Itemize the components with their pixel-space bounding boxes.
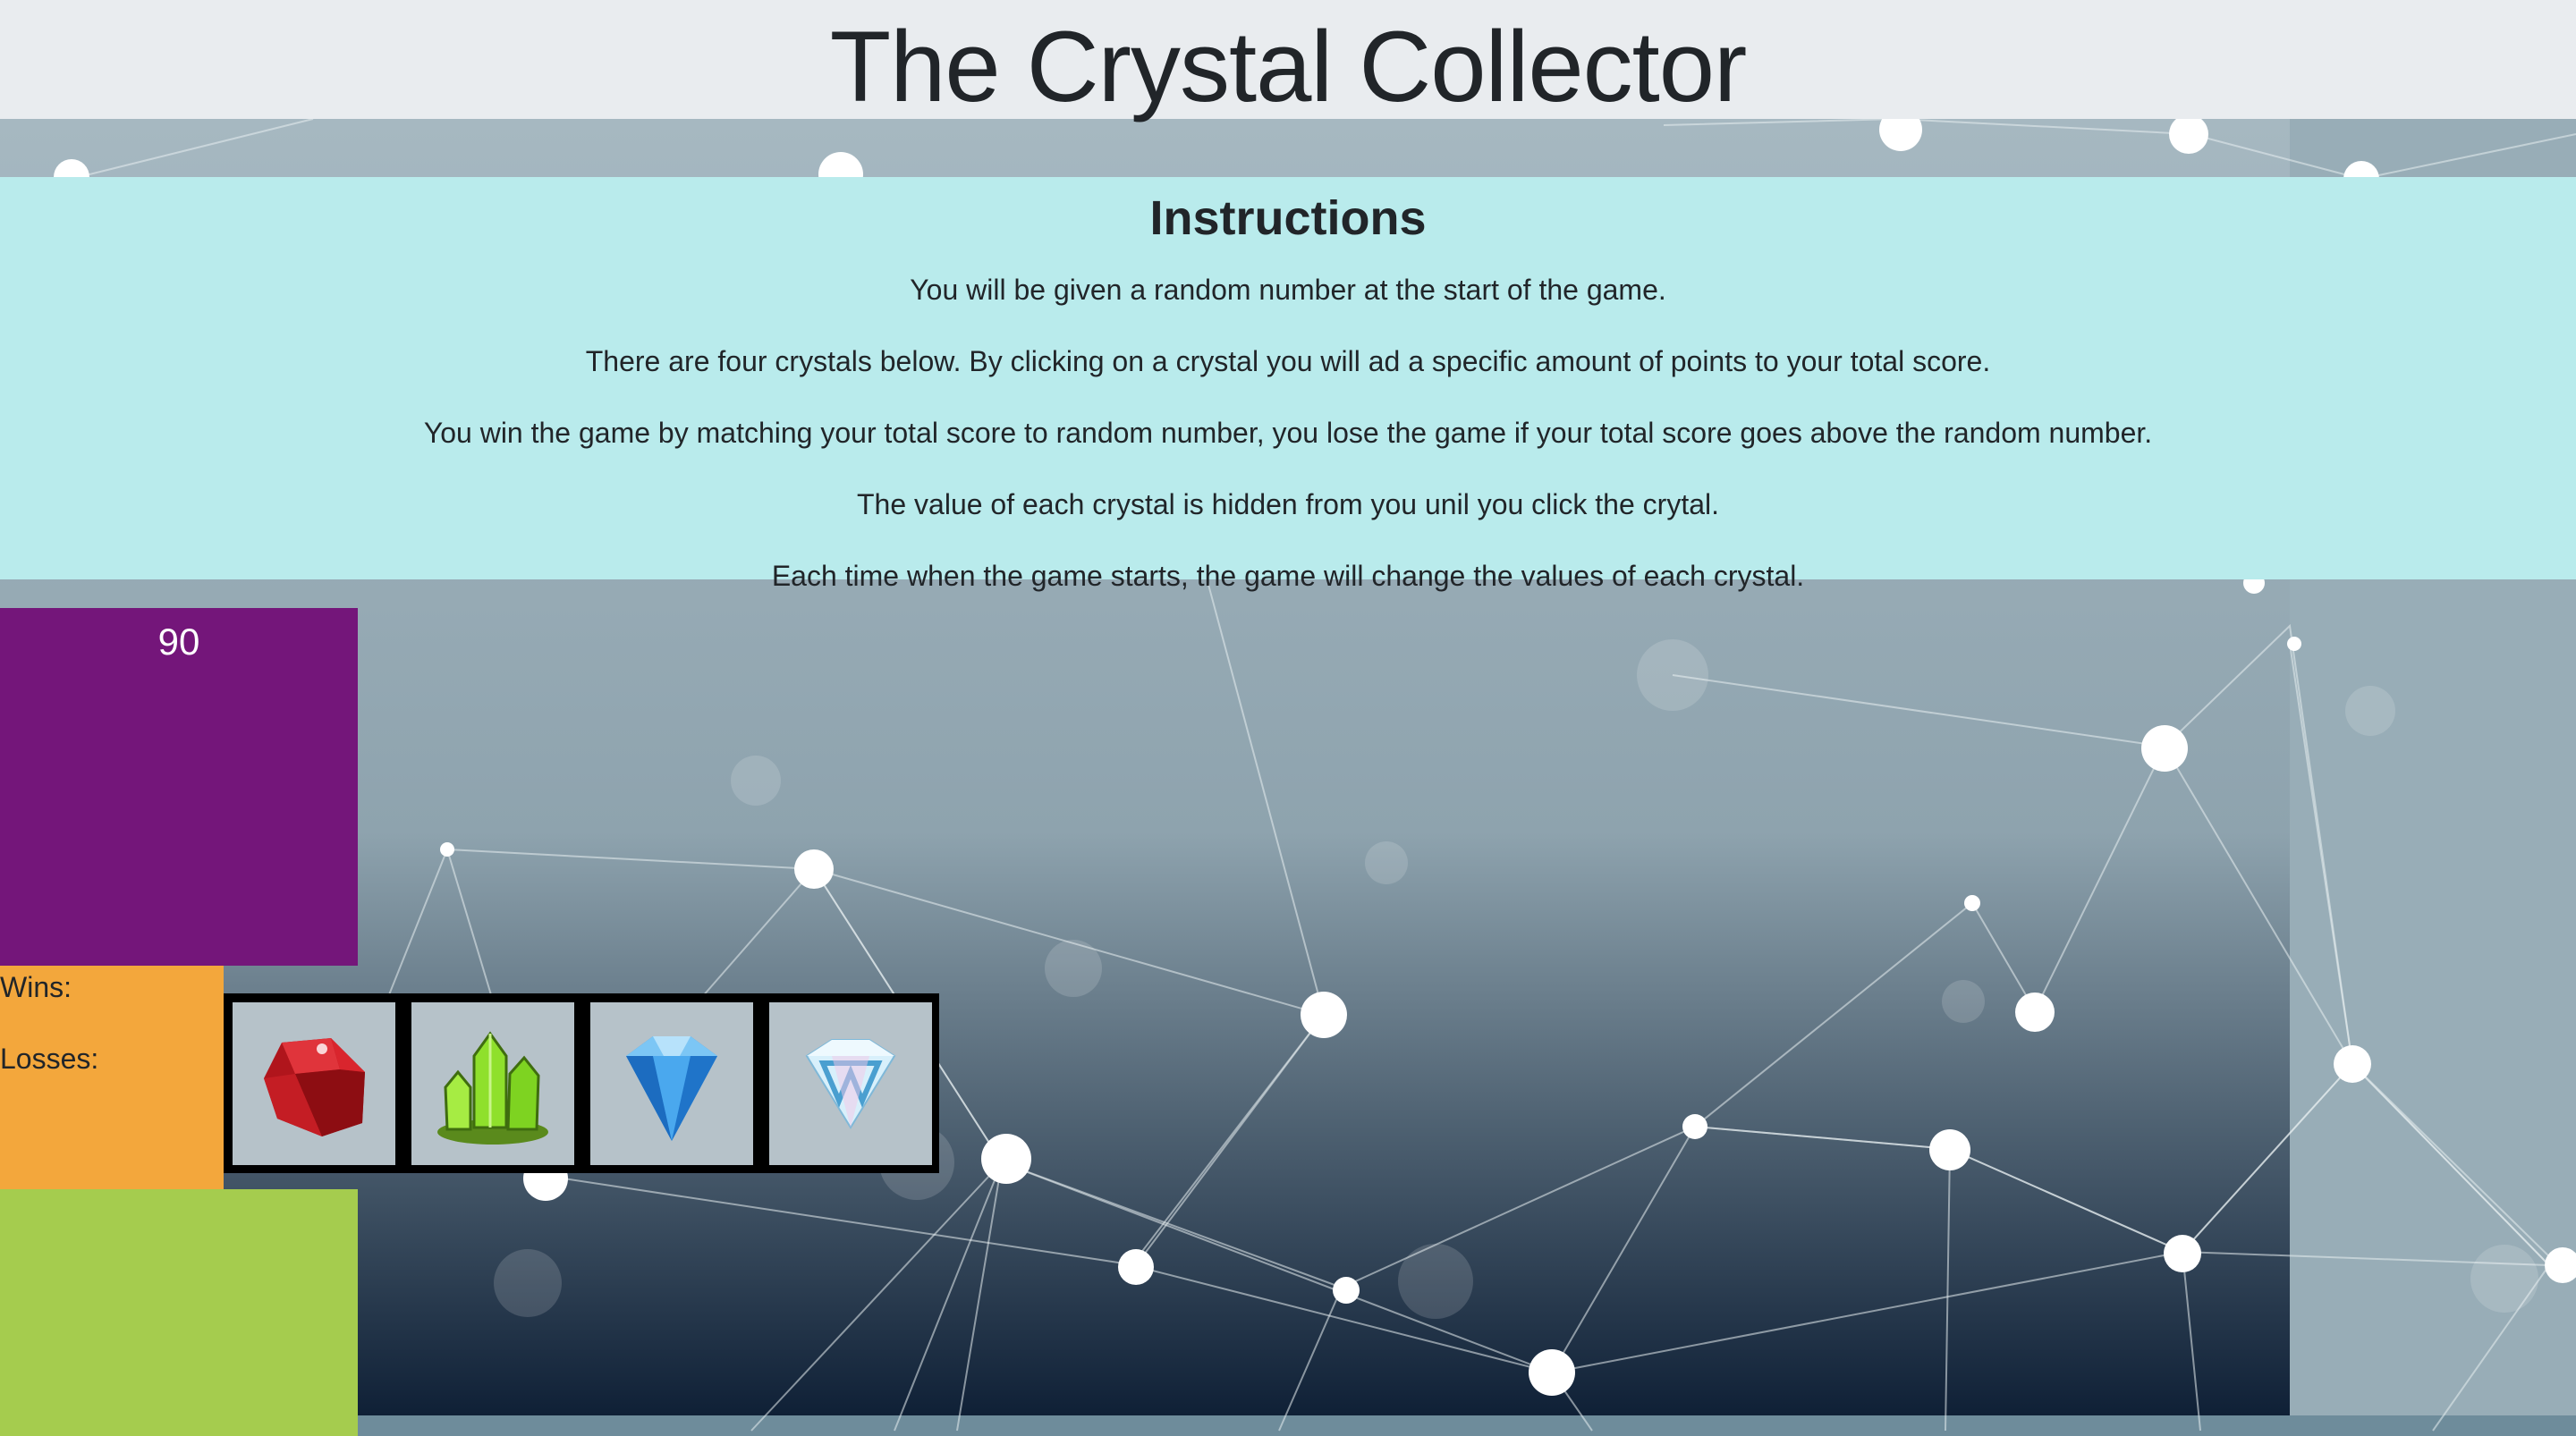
instruction-line: The value of each crystal is hidden from…: [857, 488, 1719, 520]
page-title: The Crystal Collector: [829, 11, 1748, 122]
green-crystal-icon: [437, 1031, 548, 1145]
crystal-button-blue[interactable]: [590, 1002, 753, 1165]
instruction-line: Each time when the game starts, the game…: [771, 560, 1805, 592]
random-number: 90: [157, 621, 200, 663]
instruction-line: You will be given a random number at the…: [910, 274, 1666, 306]
page-header: The Crystal Collector: [0, 0, 2576, 122]
crystal-button-white[interactable]: [769, 1002, 932, 1165]
white-diamond-icon: [805, 1039, 896, 1129]
crystal-strip: [224, 993, 939, 1173]
losses-label: Losses:: [0, 1043, 99, 1075]
red-ruby-icon: [264, 1038, 365, 1136]
crystal-button-green[interactable]: [411, 1002, 574, 1165]
instructions-panel: Instructions You will be given a random …: [0, 177, 2576, 592]
total-score-box: [0, 1189, 358, 1436]
score-box: Wins: Losses:: [0, 966, 224, 1189]
instruction-line: You win the game by matching your total …: [423, 417, 2153, 449]
random-number-box: 90: [0, 608, 358, 966]
instructions-heading: Instructions: [1149, 191, 1427, 245]
blue-diamond-icon: [626, 1036, 717, 1141]
instruction-line: There are four crystals below. By clicki…: [585, 345, 1991, 377]
wins-label: Wins:: [0, 971, 72, 1003]
crystal-button-red[interactable]: [233, 1002, 395, 1165]
